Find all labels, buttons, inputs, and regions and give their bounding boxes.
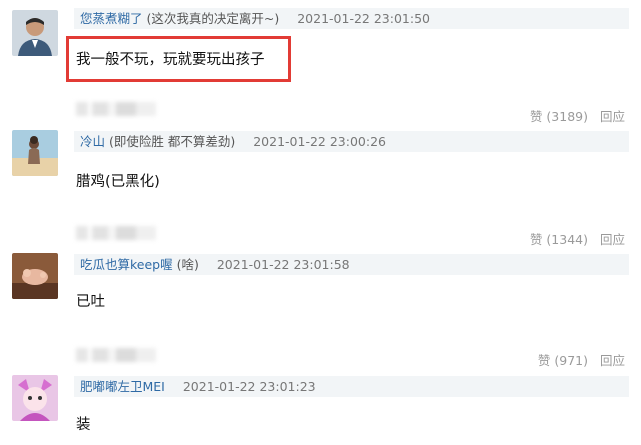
user-avatar[interactable] — [12, 10, 58, 56]
like-button[interactable]: 赞 (3189) — [530, 109, 588, 124]
username-link[interactable]: 您蒸煮糊了 — [80, 11, 143, 26]
comment-text: 装 — [76, 417, 91, 433]
username-link[interactable]: 吃瓜也算keep喔 — [80, 257, 173, 272]
timestamp: 2021-01-22 23:01:58 — [216, 257, 350, 272]
blurred-content — [76, 102, 156, 116]
comment-actions: 赞 (971) 回应 — [530, 350, 625, 369]
beach-figure-avatar-icon — [12, 130, 58, 176]
comment-text: 腊鸡(已黑化) — [76, 174, 160, 190]
comment-meta: 您蒸煮糊了 (这次我真的决定离开~) 2021-01-22 23:01:50 — [74, 8, 629, 29]
user-note: (啥) — [176, 257, 199, 272]
username-link[interactable]: 冷山 — [80, 134, 105, 149]
reply-button[interactable]: 回应 — [600, 232, 625, 247]
blurred-content — [76, 226, 156, 240]
timestamp: 2021-01-22 23:00:26 — [253, 134, 386, 149]
user-note: (这次我真的决定离开~) — [146, 11, 280, 26]
comment-meta: 肥嘟嘟左卫MEI 2021-01-22 23:01:23 — [74, 376, 629, 397]
timestamp: 2021-01-22 23:01:50 — [297, 11, 430, 26]
user-avatar[interactable] — [12, 130, 58, 176]
anime-character-avatar-icon — [12, 375, 58, 421]
blurred-content — [76, 348, 156, 362]
timestamp: 2021-01-22 23:01:23 — [182, 379, 316, 394]
comment-actions: 赞 (1344) 回应 — [522, 229, 625, 248]
comment-actions: 赞 (3189) 回应 — [522, 106, 625, 125]
like-button[interactable]: 赞 (1344) — [530, 232, 588, 247]
user-avatar[interactable] — [12, 375, 58, 421]
highlight-annotation — [66, 36, 291, 82]
comment-text: 已吐 — [76, 294, 105, 310]
comment-meta: 吃瓜也算keep喔 (啥) 2021-01-22 23:01:58 — [74, 254, 629, 275]
reply-button[interactable]: 回应 — [600, 353, 625, 368]
man-portrait-avatar-icon — [12, 10, 58, 56]
toy-figure-avatar-icon — [12, 253, 58, 299]
user-note: (即使险胜 都不算差劲) — [109, 134, 236, 149]
reply-button[interactable]: 回应 — [600, 109, 625, 124]
user-avatar[interactable] — [12, 253, 58, 299]
comment-meta: 冷山 (即使险胜 都不算差劲) 2021-01-22 23:00:26 — [74, 131, 629, 152]
like-button[interactable]: 赞 (971) — [538, 353, 588, 368]
username-link[interactable]: 肥嘟嘟左卫MEI — [80, 379, 165, 394]
